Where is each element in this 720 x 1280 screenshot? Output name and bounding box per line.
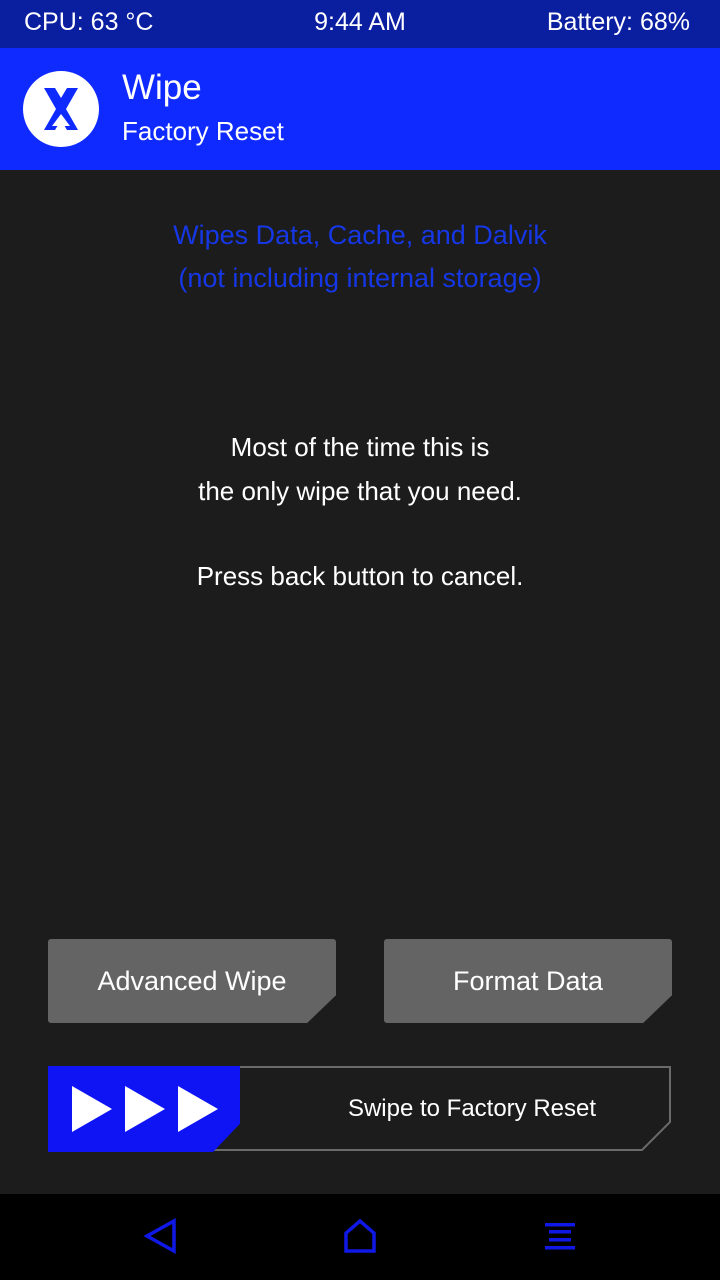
page-subtitle: Factory Reset <box>122 116 284 146</box>
message-line-2: the only wipe that you need. <box>198 476 522 506</box>
navigation-bar <box>0 1194 720 1280</box>
info-line-1: Wipes Data, Cache, and Dalvik <box>173 220 547 250</box>
wipe-info-text: Wipes Data, Cache, and Dalvik (not inclu… <box>0 214 720 300</box>
battery-level: Battery: 68% <box>546 8 690 36</box>
advanced-wipe-label: Advanced Wipe <box>97 965 287 996</box>
header-bar: Wipe Factory Reset <box>0 48 720 170</box>
back-triangle-icon[interactable] <box>140 1216 180 1256</box>
format-data-label: Format Data <box>452 965 604 996</box>
advanced-wipe-button[interactable]: Advanced Wipe <box>48 939 336 1023</box>
home-icon[interactable] <box>340 1216 380 1256</box>
swipe-slider-label: Swipe to Factory Reset <box>347 1095 597 1122</box>
menu-lines-icon[interactable] <box>540 1216 580 1256</box>
status-bar: CPU: 63 °C 9:44 AM Battery: 68% <box>0 0 720 48</box>
info-line-2: (not including internal storage) <box>178 263 542 293</box>
twrp-logo-icon <box>22 70 100 148</box>
message-line-3: Press back button to cancel. <box>196 561 524 591</box>
message-line-1: Most of the time this is <box>230 432 490 462</box>
format-data-button[interactable]: Format Data <box>384 939 672 1023</box>
triple-play-arrows-icon <box>72 1086 218 1132</box>
swipe-slider-handle[interactable] <box>48 1066 240 1152</box>
wipe-message: Most of the time this is the only wipe t… <box>0 425 720 598</box>
page-title: Wipe <box>122 68 202 107</box>
